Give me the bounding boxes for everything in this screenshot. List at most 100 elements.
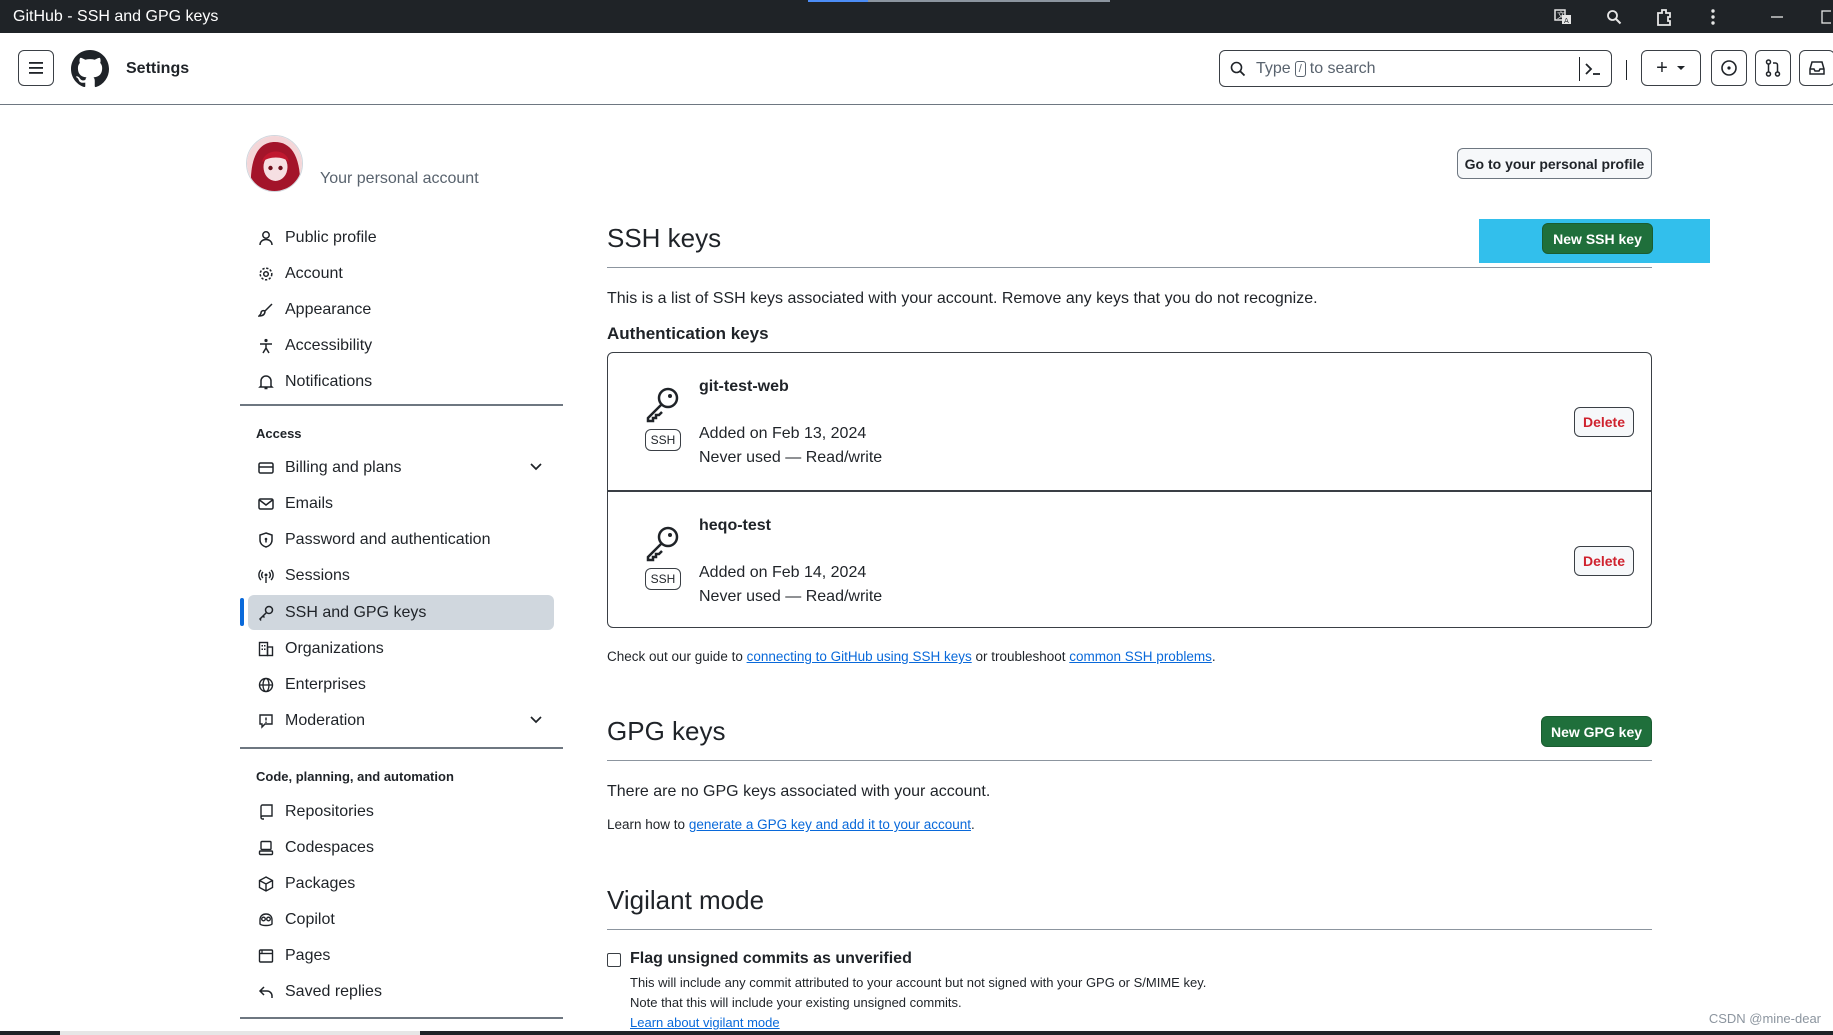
key-icon — [646, 387, 679, 423]
ssh-troubleshoot-link[interactable]: common SSH problems — [1069, 649, 1212, 664]
github-header: Settings Type / to search + — [0, 33, 1833, 105]
pull-requests-button[interactable] — [1755, 50, 1791, 86]
sidebar-item-ssh-gpg-keys[interactable]: SSH and GPG keys — [248, 595, 554, 630]
inbox-button[interactable] — [1799, 50, 1833, 86]
kebab-menu-icon[interactable] — [1698, 0, 1728, 33]
sidebar-item-appearance[interactable]: Appearance — [248, 292, 554, 327]
sidebar-item-password-auth[interactable]: Password and authentication — [248, 522, 554, 557]
repo-icon — [256, 802, 276, 822]
create-new-button[interactable]: + — [1641, 50, 1701, 86]
search-input[interactable]: Type / to search — [1219, 50, 1612, 87]
mail-icon — [256, 494, 276, 514]
sidebar-heading-access: Access — [256, 426, 302, 441]
sidebar-item-label: Billing and plans — [285, 458, 402, 476]
translate-icon[interactable]: 文A — [1548, 0, 1578, 33]
sidebar-item-account[interactable]: Account — [248, 256, 554, 291]
sidebar-item-label: Public profile — [285, 228, 377, 246]
sidebar-item-label: Password and authentication — [285, 530, 491, 548]
delete-key-button[interactable]: Delete — [1574, 407, 1634, 437]
git-pull-request-icon — [1765, 59, 1781, 77]
sidebar-item-saved-replies[interactable]: Saved replies — [248, 974, 554, 1009]
scrollbar-thumb[interactable] — [60, 1031, 420, 1035]
sidebar-item-notifications[interactable]: Notifications — [248, 364, 554, 399]
paintbrush-icon — [256, 300, 276, 320]
credit-card-icon — [256, 458, 276, 478]
ssh-guide-link[interactable]: connecting to GitHub using SSH keys — [747, 649, 972, 664]
watermark: CSDN @mine-dear — [1708, 1011, 1821, 1026]
triangle-down-icon — [1676, 66, 1685, 70]
gpg-empty-text: There are no GPG keys associated with yo… — [607, 783, 991, 800]
sidebar-item-packages[interactable]: Packages — [248, 866, 554, 901]
chevron-down-icon[interactable] — [530, 711, 542, 729]
active-indicator — [240, 598, 244, 626]
codespaces-icon — [256, 838, 276, 858]
sidebar-item-label: Copilot — [285, 910, 335, 928]
gpg-learn-link[interactable]: generate a GPG key and add it to your ac… — [689, 817, 971, 832]
chevron-down-icon[interactable] — [530, 458, 542, 476]
globe-icon — [256, 675, 276, 695]
sidebar-item-public-profile[interactable]: Public profile — [248, 220, 554, 255]
ssh-key-row: SSH heqo-test Added on Feb 14, 2024 Neve… — [608, 490, 1651, 627]
terminal-icon — [1584, 63, 1600, 75]
ssh-key-added-date: Added on Feb 13, 2024 — [699, 425, 867, 442]
loading-indicator — [808, 0, 1110, 2]
sidebar-item-codespaces[interactable]: Codespaces — [248, 830, 554, 865]
sidebar-heading-code: Code, planning, and automation — [256, 769, 454, 784]
search-icon — [1230, 61, 1246, 76]
sidebar-item-label: Moderation — [285, 711, 366, 729]
hamburger-icon — [29, 62, 43, 74]
sidebar-item-emails[interactable]: Emails — [248, 486, 554, 521]
sidebar-item-pages[interactable]: Pages — [248, 938, 554, 973]
sidebar-item-label: Accessibility — [285, 336, 373, 354]
sidebar-item-label: Account — [285, 264, 343, 282]
vigilant-learn-link[interactable]: Learn about vigilant mode — [630, 1015, 780, 1030]
sidebar-item-billing[interactable]: Billing and plans — [248, 450, 554, 485]
shield-icon — [256, 530, 276, 550]
bell-icon — [256, 372, 276, 392]
sidebar-item-moderation[interactable]: Moderation — [248, 703, 554, 738]
new-ssh-key-button[interactable]: New SSH key — [1542, 223, 1653, 254]
avatar[interactable] — [246, 135, 303, 192]
inbox-icon — [1809, 61, 1825, 75]
horizontal-scrollbar[interactable] — [0, 1031, 1833, 1035]
sidebar-item-label: Appearance — [285, 300, 372, 318]
sidebar-item-accessibility[interactable]: Accessibility — [248, 328, 554, 363]
guide-middle: or troubleshoot — [971, 649, 1070, 664]
command-palette-button[interactable] — [1579, 57, 1605, 81]
ssh-key-usage: Never used — Read/write — [699, 449, 883, 466]
sidebar-item-copilot[interactable]: Copilot — [248, 902, 554, 937]
sidebar-item-label: Packages — [285, 874, 356, 892]
sidebar-item-label: Codespaces — [285, 838, 374, 856]
section-divider — [607, 929, 1652, 930]
maximize-icon[interactable] — [1815, 0, 1833, 33]
sidebar-item-label: SSH and GPG keys — [285, 603, 427, 621]
page-context-title[interactable]: Settings — [126, 60, 189, 78]
issues-button[interactable] — [1711, 50, 1747, 86]
sidebar-divider — [240, 747, 563, 749]
sidebar-item-repositories[interactable]: Repositories — [248, 794, 554, 829]
zoom-icon[interactable] — [1599, 0, 1629, 33]
vigilant-mode-label[interactable]: Flag unsigned commits as unverified — [630, 950, 912, 968]
sidebar-item-label: Pages — [285, 946, 331, 964]
key-icon — [646, 526, 679, 562]
minimize-icon[interactable] — [1762, 0, 1792, 33]
sidebar-item-enterprises[interactable]: Enterprises — [248, 667, 554, 702]
go-to-profile-button[interactable]: Go to your personal profile — [1457, 148, 1652, 179]
accessibility-icon — [256, 336, 276, 356]
gpg-keys-heading: GPG keys — [607, 716, 726, 746]
new-gpg-key-button[interactable]: New GPG key — [1541, 716, 1652, 747]
delete-key-button[interactable]: Delete — [1574, 546, 1634, 576]
sidebar-item-organizations[interactable]: Organizations — [248, 631, 554, 666]
broadcast-icon — [256, 566, 276, 586]
learn-suffix: . — [971, 817, 975, 832]
sidebar-item-label: Notifications — [285, 372, 373, 390]
issue-opened-icon — [1721, 60, 1737, 76]
window-title: GitHub - SSH and GPG keys — [13, 8, 219, 25]
github-logo-icon[interactable] — [71, 50, 109, 88]
ssh-guide-text: Check out our guide to connecting to Git… — [607, 649, 1216, 664]
vigilant-mode-checkbox[interactable] — [607, 953, 621, 967]
sidebar-item-label: Saved replies — [285, 982, 382, 1000]
extensions-icon[interactable] — [1650, 0, 1680, 33]
sidebar-item-sessions[interactable]: Sessions — [248, 558, 554, 593]
hamburger-menu-button[interactable] — [18, 50, 54, 86]
